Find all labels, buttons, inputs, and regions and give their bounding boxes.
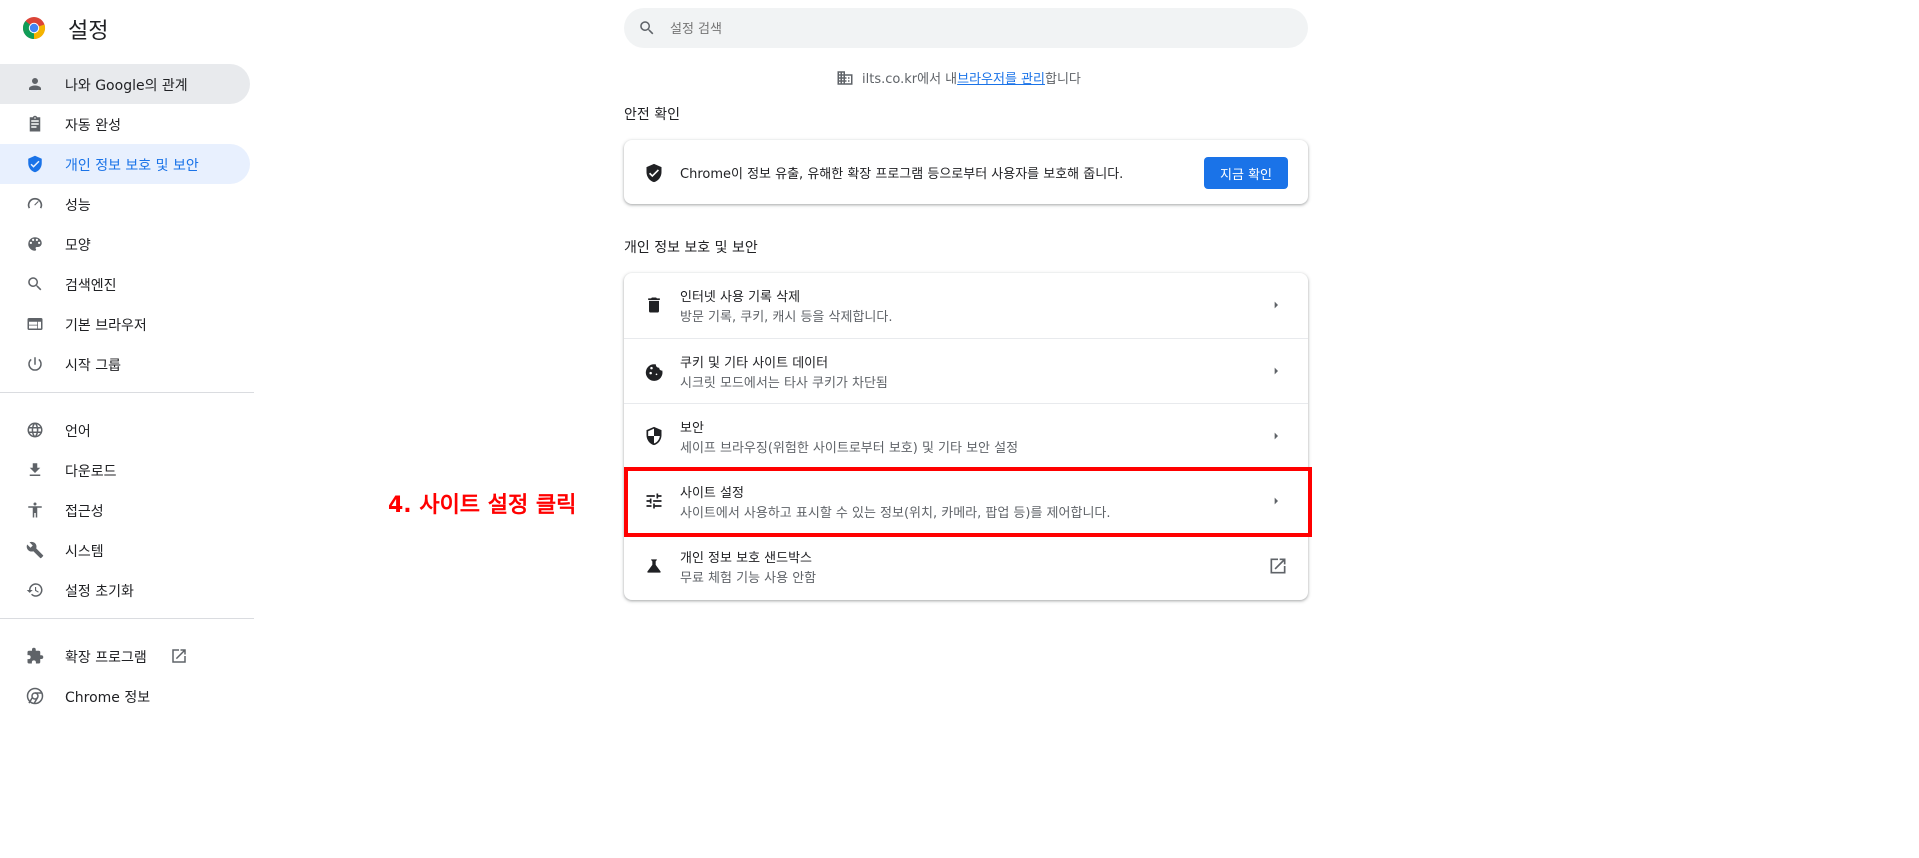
- managed-suffix: 합니다: [1044, 72, 1081, 87]
- sidebar-item-label: 나와 Google의 관계: [65, 78, 188, 94]
- sidebar-item-label: 다운로드: [65, 464, 117, 480]
- sidebar-item-about-chrome[interactable]: Chrome 정보: [0, 676, 250, 716]
- tune-icon: [646, 493, 662, 509]
- row-title: 쿠키 및 기타 사이트 데이터: [680, 356, 829, 371]
- browser-icon: [27, 318, 43, 330]
- sidebar-item-label: 자동 완성: [65, 118, 121, 134]
- sidebar-item-label: 시스템: [65, 544, 104, 560]
- sidebar-item-downloads[interactable]: 다운로드: [0, 450, 250, 490]
- check-now-button[interactable]: 지금 확인: [1204, 157, 1288, 189]
- sidebar: 나와 Google의 관계 자동 완성 개인 정보 보호 및 보안 성능 모양 …: [0, 64, 254, 716]
- sidebar-item-label: 기본 브라우저: [65, 318, 147, 334]
- row-privacy-sandbox[interactable]: 개인 정보 보호 샌드박스 무료 체험 기능 사용 안함: [624, 533, 1308, 599]
- arrow-right-icon: [1274, 367, 1278, 375]
- chrome-icon: [26, 687, 44, 705]
- row-title: 인터넷 사용 기록 삭제: [680, 290, 801, 305]
- privacy-security-heading: 개인 정보 보호 및 보안: [624, 240, 758, 256]
- managed-prefix: ilts.co.kr에서 내: [862, 72, 958, 87]
- sidebar-item-you-and-google[interactable]: 나와 Google의 관계: [0, 64, 250, 104]
- arrow-right-icon: [1274, 432, 1278, 440]
- puzzle-icon: [27, 647, 44, 664]
- privacy-security-card: 인터넷 사용 기록 삭제 방문 기록, 쿠키, 캐시 등을 삭제합니다. 쿠키 …: [624, 273, 1308, 600]
- sidebar-item-system[interactable]: 시스템: [0, 530, 250, 570]
- sidebar-item-extensions[interactable]: 확장 프로그램: [0, 636, 250, 676]
- safety-check-heading: 안전 확인: [624, 107, 680, 123]
- sidebar-item-label: 언어: [65, 424, 91, 440]
- building-icon: [837, 70, 853, 85]
- row-cookies[interactable]: 쿠키 및 기타 사이트 데이터 시크릿 모드에서는 타사 쿠키가 차단됨: [624, 338, 1308, 404]
- search-icon: [640, 21, 654, 35]
- sidebar-item-label: 검색엔진: [65, 278, 117, 294]
- sidebar-item-label: 시작 그룹: [65, 358, 121, 374]
- sidebar-item-label: 모양: [65, 238, 91, 254]
- sidebar-item-label: 설정 초기화: [65, 584, 134, 600]
- settings-header: 설정: [0, 0, 300, 56]
- speedometer-icon: [27, 198, 43, 209]
- sidebar-item-label: 확장 프로그램: [65, 650, 147, 666]
- sidebar-item-search-engine[interactable]: 검색엔진: [0, 264, 250, 304]
- sidebar-divider: [0, 392, 254, 393]
- manage-browser-link[interactable]: 브라우저를 관리: [957, 68, 1045, 87]
- wrench-icon: [26, 541, 44, 559]
- palette-icon: [28, 237, 42, 251]
- sidebar-item-label: Chrome 정보: [65, 690, 151, 706]
- row-subtitle: 방문 기록, 쿠키, 캐시 등을 삭제합니다.: [680, 310, 893, 325]
- clipboard-icon: [29, 115, 41, 132]
- globe-icon: [27, 422, 43, 438]
- row-security[interactable]: 보안 세이프 브라우징(위험한 사이트로부터 보호) 및 기타 보안 설정: [624, 403, 1308, 469]
- history-icon: [26, 583, 43, 597]
- sidebar-item-on-startup[interactable]: 시작 그룹: [0, 344, 250, 384]
- shield-icon: [646, 426, 662, 446]
- sidebar-item-accessibility[interactable]: 접근성: [0, 490, 250, 530]
- row-clear-browsing-data[interactable]: 인터넷 사용 기록 삭제 방문 기록, 쿠키, 캐시 등을 삭제합니다.: [624, 273, 1308, 338]
- sidebar-item-reset-settings[interactable]: 설정 초기화: [0, 570, 250, 610]
- search-icon: [28, 277, 42, 291]
- arrow-right-icon: [1274, 497, 1278, 505]
- trash-icon: [648, 297, 660, 313]
- open-in-new-icon: [172, 649, 186, 663]
- shield-check-icon: [646, 163, 662, 183]
- settings-search-bar[interactable]: [624, 8, 1308, 50]
- cookie-icon: [645, 364, 663, 381]
- open-in-new-icon: [1270, 558, 1286, 574]
- person-icon: [29, 78, 41, 90]
- search-input[interactable]: [668, 8, 1292, 50]
- sidebar-item-privacy-security[interactable]: 개인 정보 보호 및 보안: [0, 144, 250, 184]
- power-icon: [28, 357, 42, 371]
- safety-check-description: Chrome이 정보 유출, 유해한 확장 프로그램 등으로부터 사용자를 보호…: [680, 167, 1124, 182]
- shield-icon: [28, 155, 42, 173]
- sidebar-item-autofill[interactable]: 자동 완성: [0, 104, 250, 144]
- row-title: 사이트 설정: [680, 486, 744, 501]
- sidebar-item-appearance[interactable]: 모양: [0, 224, 250, 264]
- page-title: 설정: [68, 19, 109, 44]
- arrow-right-icon: [1274, 301, 1278, 309]
- sidebar-item-languages[interactable]: 언어: [0, 410, 250, 450]
- download-icon: [29, 463, 41, 476]
- flask-icon: [647, 559, 661, 573]
- managed-notice: ilts.co.kr에서 내 브라우저를 관리 합니다: [836, 68, 1081, 87]
- sidebar-item-default-browser[interactable]: 기본 브라우저: [0, 304, 250, 344]
- row-subtitle: 사이트에서 사용하고 표시할 수 있는 정보(위치, 카메라, 팝업 등)를 제…: [680, 506, 1111, 521]
- annotation-label: 4. 사이트 설정 클릭: [388, 493, 577, 518]
- sidebar-item-label: 접근성: [65, 504, 104, 520]
- chrome-logo-icon: [22, 17, 46, 40]
- row-site-settings[interactable]: 사이트 설정 사이트에서 사용하고 표시할 수 있는 정보(위치, 카메라, 팝…: [624, 468, 1308, 534]
- accessibility-icon: [28, 502, 42, 518]
- row-title: 개인 정보 보호 샌드박스: [680, 551, 812, 566]
- safety-check-card: Chrome이 정보 유출, 유해한 확장 프로그램 등으로부터 사용자를 보호…: [624, 140, 1308, 204]
- row-subtitle: 무료 체험 기능 사용 안함: [680, 571, 817, 586]
- row-title: 보안: [680, 421, 704, 436]
- sidebar-item-label: 개인 정보 보호 및 보안: [65, 158, 199, 174]
- sidebar-item-performance[interactable]: 성능: [0, 184, 250, 224]
- row-subtitle: 시크릿 모드에서는 타사 쿠키가 차단됨: [680, 376, 888, 391]
- sidebar-item-label: 성능: [65, 198, 91, 214]
- sidebar-divider: [0, 618, 254, 619]
- row-subtitle: 세이프 브라우징(위험한 사이트로부터 보호) 및 기타 보안 설정: [680, 441, 1019, 456]
